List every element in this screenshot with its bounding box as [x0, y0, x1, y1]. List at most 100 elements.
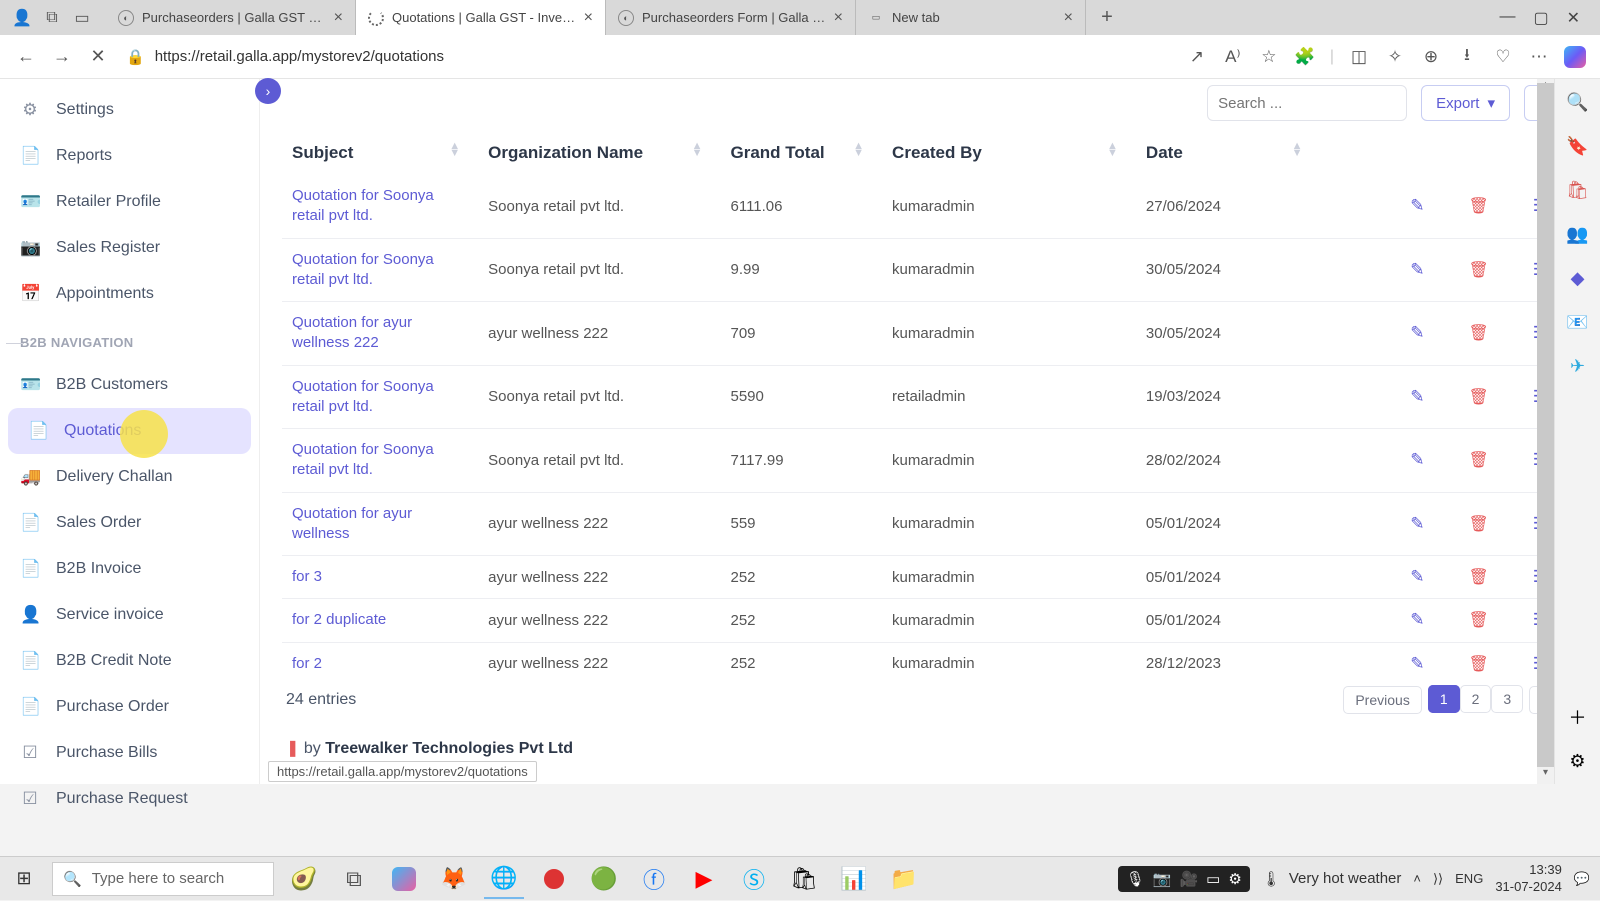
explorer-icon[interactable]: 📁 — [884, 859, 924, 899]
pager-page-3[interactable]: 3 — [1491, 685, 1523, 713]
cell-subject[interactable]: Quotation for Soonya retail pvt ltd. — [282, 365, 478, 429]
profile-icon[interactable]: 👤 — [12, 8, 32, 28]
close-icon[interactable]: × — [1064, 9, 1073, 27]
sidebar-item-service-invoice[interactable]: 👤Service invoice — [0, 592, 259, 638]
col-grand-total[interactable]: Grand Total▲▼ — [721, 131, 883, 175]
delete-icon[interactable]: 🗑 — [1468, 196, 1488, 216]
sidebar-item-settings[interactable]: ⚙Settings — [0, 87, 259, 133]
task-view-icon[interactable]: ⧉ — [334, 859, 374, 899]
copilot-icon[interactable] — [1564, 46, 1586, 68]
export-button[interactable]: Export ▾ — [1421, 85, 1510, 121]
read-aloud-icon[interactable]: A⁾ — [1222, 46, 1244, 68]
add-sidebar-icon[interactable]: ＋ — [1567, 706, 1589, 728]
firefox-icon[interactable]: 🦊 — [434, 859, 474, 899]
cell-subject[interactable]: for 2 — [282, 642, 478, 672]
tray-lang[interactable]: ENG — [1455, 871, 1483, 886]
edit-icon[interactable]: ✎ — [1410, 514, 1424, 534]
col-subject[interactable]: Subject▲▼ — [282, 131, 478, 175]
edit-icon[interactable]: ✎ — [1410, 610, 1424, 630]
edit-icon[interactable]: ✎ — [1410, 196, 1424, 216]
page-scrollbar[interactable]: ▴ ▾ — [1537, 79, 1554, 784]
copilot-icon[interactable] — [384, 859, 424, 899]
cell-subject[interactable]: for 2 duplicate — [282, 599, 478, 642]
delete-icon[interactable]: 🗑 — [1468, 387, 1488, 407]
pager-page-1[interactable]: 1 — [1428, 685, 1460, 713]
url-field[interactable]: 🔒 https://retail.galla.app/mystorev2/quo… — [116, 40, 1180, 74]
tab-purchaseorders[interactable]: ◐ Purchaseorders | Galla GST - Inve × — [106, 0, 356, 35]
sidebar-item-purchase-bills[interactable]: ☑Purchase Bills — [0, 730, 259, 776]
edge-icon[interactable]: 🌐 — [484, 859, 524, 899]
start-button[interactable]: ⊞ — [0, 857, 48, 901]
recorder-widget[interactable]: 🎙 📷 🎥 ▭ ⚙ — [1118, 866, 1250, 892]
delete-icon[interactable]: 🗑 — [1468, 260, 1488, 280]
browser-essentials-icon[interactable]: ♡ — [1492, 46, 1514, 68]
wifi-icon[interactable]: ⟩⟩ — [1433, 871, 1443, 887]
sidebar-item-reports[interactable]: 📄Reports — [0, 133, 259, 179]
weather-widget[interactable]: 🌡 Very hot weather — [1262, 870, 1402, 888]
extensions-icon[interactable]: 🧩 — [1294, 46, 1316, 68]
cell-subject[interactable]: Quotation for Soonya retail pvt ltd. — [282, 238, 478, 302]
back-button[interactable]: ← — [8, 39, 44, 75]
tab-newtab[interactable]: ▭ New tab × — [856, 0, 1086, 35]
cell-subject[interactable]: Quotation for Soonya retail pvt ltd. — [282, 429, 478, 493]
pager-previous[interactable]: Previous — [1343, 686, 1421, 714]
delete-icon[interactable]: 🗑 — [1468, 567, 1488, 587]
sidebar-item-purchase-request[interactable]: ☑Purchase Request — [0, 776, 259, 822]
outlook-icon[interactable]: 📧 — [1567, 311, 1589, 333]
delete-icon[interactable]: 🗑 — [1468, 450, 1488, 470]
sidebar-item-quotations[interactable]: 📄Quotations — [8, 408, 251, 454]
send-icon[interactable]: ✈ — [1567, 355, 1589, 377]
record-icon[interactable] — [534, 859, 574, 899]
split-screen-icon[interactable]: ◫ — [1348, 46, 1370, 68]
sidebar-item-purchase-order[interactable]: 📄Purchase Order — [0, 684, 259, 730]
cell-subject[interactable]: Quotation for Soonya retail pvt ltd. — [282, 175, 478, 238]
new-tab-button[interactable]: + — [1086, 0, 1128, 35]
downloads-icon[interactable]: ⭳ — [1456, 46, 1478, 68]
delete-icon[interactable]: 🗑 — [1468, 323, 1488, 343]
close-window-icon[interactable]: ✕ — [1567, 8, 1580, 28]
col-organization-name[interactable]: Organization Name▲▼ — [478, 131, 720, 175]
bookmark-tag-icon[interactable]: 🔖 — [1567, 135, 1589, 157]
sidebar-settings-icon[interactable]: ⚙ — [1567, 750, 1589, 772]
app-icon[interactable]: 📊 — [834, 859, 874, 899]
more-icon[interactable]: ⋯ — [1528, 46, 1550, 68]
edit-icon[interactable]: ✎ — [1410, 450, 1424, 470]
delete-icon[interactable]: 🗑 — [1468, 610, 1488, 630]
sidebar-item-b2b-credit-note[interactable]: 📄B2B Credit Note — [0, 638, 259, 684]
tray-chevron-icon[interactable]: ˄ — [1413, 871, 1421, 886]
sidebar-item-retailer-profile[interactable]: 🪪Retailer Profile — [0, 179, 259, 225]
sidebar-toggle-button[interactable]: › — [255, 78, 281, 104]
sidebar-item-sales-register[interactable]: 📷Sales Register — [0, 225, 259, 271]
tray-clock[interactable]: 13:39 31-07-2024 — [1495, 862, 1562, 895]
col-created-by[interactable]: Created By▲▼ — [882, 131, 1136, 175]
edit-icon[interactable]: ✎ — [1410, 260, 1424, 280]
favorites-bar-icon[interactable]: ✧ — [1384, 46, 1406, 68]
youtube-icon[interactable]: ▶ — [684, 859, 724, 899]
minimize-icon[interactable]: — — [1499, 8, 1515, 28]
search-icon[interactable]: 🔍 — [1567, 91, 1589, 113]
delete-icon[interactable]: 🗑 — [1468, 514, 1488, 534]
workspaces-icon[interactable]: ⧉ — [42, 8, 62, 28]
people-icon[interactable]: 👥 — [1567, 223, 1589, 245]
edit-icon[interactable]: ✎ — [1410, 654, 1424, 672]
taskbar-search[interactable]: 🔍 Type here to search — [52, 862, 274, 896]
facebook-icon[interactable]: ⓕ — [634, 859, 674, 899]
tab-quotations[interactable]: Quotations | Galla GST - Inventor × — [356, 0, 606, 35]
pager-page-2[interactable]: 2 — [1460, 685, 1492, 713]
edit-icon[interactable]: ✎ — [1410, 387, 1424, 407]
skype-icon[interactable]: Ⓢ — [734, 859, 774, 899]
sidebar-item-appointments[interactable]: 📅Appointments — [0, 271, 259, 317]
collections-icon[interactable]: ⊕ — [1420, 46, 1442, 68]
col-date[interactable]: Date▲▼ — [1136, 131, 1321, 175]
open-external-icon[interactable]: ↗ — [1186, 46, 1208, 68]
store-icon[interactable]: 🛍 — [784, 859, 824, 899]
notifications-icon[interactable]: 💬 — [1574, 871, 1590, 887]
cell-subject[interactable]: Quotation for ayur wellness — [282, 492, 478, 556]
edit-icon[interactable]: ✎ — [1410, 567, 1424, 587]
tab-actions-icon[interactable]: ▭ — [72, 8, 92, 28]
search-input[interactable] — [1207, 85, 1407, 121]
favorite-icon[interactable]: ☆ — [1258, 46, 1280, 68]
cell-subject[interactable]: for 3 — [282, 556, 478, 599]
stop-button[interactable]: ✕ — [80, 39, 116, 75]
taskbar-app-avocado[interactable]: 🥑 — [284, 859, 324, 899]
